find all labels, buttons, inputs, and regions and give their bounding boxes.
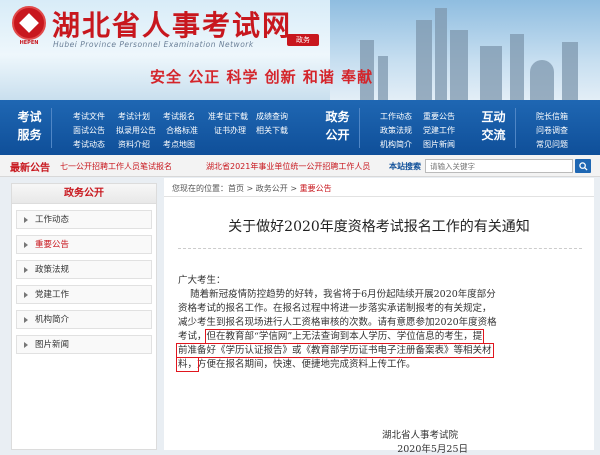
- search-button[interactable]: [575, 159, 591, 173]
- nav-link-exam-plan[interactable]: 考试计划: [118, 111, 150, 122]
- highlighted-text: 但在教育部“学信网”上无法查询到本人学历、学位信息的考生，提: [204, 329, 485, 344]
- nav-link-work-news[interactable]: 工作动态: [380, 111, 412, 122]
- nav-link-registration[interactable]: 考试报名: [163, 111, 195, 122]
- search-input[interactable]: [425, 159, 573, 173]
- breadcrumb-home[interactable]: 首页: [228, 184, 244, 193]
- divider: [178, 248, 582, 249]
- sidebar-item-party-work[interactable]: 党建工作: [16, 285, 152, 304]
- marquee-item[interactable]: 七一公开招聘工作人员笔试报名: [60, 162, 172, 171]
- search-icon: [578, 161, 588, 171]
- nav-link-admission-ticket[interactable]: 准考证下载: [208, 111, 248, 122]
- arrow-right-icon: [24, 242, 28, 248]
- nav-group-title: 政务 公开: [320, 108, 360, 148]
- body-line: 前准备好《学历认证报告》或《教育部学历证书电子注册备案表》等相关材: [176, 343, 590, 358]
- sidebar-item-label: 党建工作: [35, 290, 70, 300]
- nav-group-exam-service: 考试 服务 考试文件 考试计划 考试报名 准考证下载 成绩查询 面试公告 拟录用公…: [0, 100, 300, 155]
- nav-group-gov-affairs: 政务 公开 工作动态 重要公告 政策法规 党建工作 机构简介 图片新闻: [312, 100, 472, 155]
- nav-link-score-query[interactable]: 成绩查询: [256, 111, 288, 122]
- nav-link-hiring-notice[interactable]: 拟录用公告: [116, 125, 156, 136]
- notice-search-bar: 最新公告 七一公开招聘工作人员笔试报名 湖北省2021年事业单位统一公开招聘工作人…: [0, 155, 600, 177]
- notice-marquee: 七一公开招聘工作人员笔试报名 湖北省2021年事业单位统一公开招聘工作人员笔试: [60, 161, 370, 172]
- salutation: 广大考生：: [178, 275, 226, 286]
- nav-link-exam-map[interactable]: 考点地图: [163, 139, 195, 150]
- arrow-right-icon: [24, 292, 28, 298]
- marquee-item[interactable]: 湖北省2021年事业单位统一公开招聘工作人员笔试: [206, 162, 370, 171]
- nav-link-director-mailbox[interactable]: 院长信箱: [536, 111, 568, 122]
- site-logo-icon[interactable]: [12, 6, 46, 40]
- body-line: 减少考生到报名现场进行人工资格审核的次数。请有意愿参加2020年度资格: [178, 317, 497, 328]
- site-title[interactable]: 湖北省人事考试网: [52, 4, 292, 44]
- logo-text: HEPEN: [19, 40, 39, 46]
- body-line: 考试，但在教育部“学信网”上无法查询到本人学历、学位信息的考生，提: [178, 329, 485, 344]
- nav-link-pass-standard[interactable]: 合格标准: [166, 125, 198, 136]
- body-line: 料，方便在报名期间，快速、便捷地完成资料上传工作。: [175, 357, 416, 372]
- gov-badge[interactable]: 政务: [287, 34, 319, 46]
- body-line: 随着新冠疫情防控趋势的好转，我省将于6月份起陆续开展2020年度部分: [178, 289, 496, 300]
- arrow-right-icon: [24, 317, 28, 323]
- sidebar-item-policies[interactable]: 政策法规: [16, 260, 152, 279]
- nav-link-interview-notice[interactable]: 面试公告: [73, 125, 105, 136]
- sidebar: 政务公开 工作动态 重要公告 政策法规 党建工作 机构简介 图片新闻: [11, 183, 157, 450]
- arrow-right-icon: [24, 217, 28, 223]
- site-subtitle: Hubei Province Personnel Examination Net…: [53, 40, 254, 49]
- nav-link-faq[interactable]: 常见问题: [536, 139, 568, 150]
- site-search-label: 本站搜索: [389, 162, 421, 171]
- arrow-right-icon: [24, 342, 28, 348]
- sidebar-item-about[interactable]: 机构简介: [16, 310, 152, 329]
- breadcrumb-section[interactable]: 政务公开: [256, 184, 288, 193]
- slogan: 安全 公正 科学 创新 和谐 奉献: [150, 68, 374, 86]
- nav-group-interaction: 互动 交流 院长信箱 问卷调查 常见问题: [472, 100, 600, 155]
- sidebar-item-announcements[interactable]: 重要公告: [16, 235, 152, 254]
- nav-group-title: 互动 交流: [476, 108, 516, 148]
- sidebar-item-label: 机构简介: [35, 315, 70, 325]
- nav-link-downloads[interactable]: 相关下载: [256, 125, 288, 136]
- nav-link-certificate[interactable]: 证书办理: [214, 125, 246, 136]
- nav-group-title: 考试 服务: [12, 108, 52, 148]
- breadcrumb-prefix: 您现在的位置：: [172, 184, 228, 193]
- sidebar-item-label: 重要公告: [35, 240, 70, 250]
- nav-link-party-work[interactable]: 党建工作: [423, 125, 455, 136]
- nav-link-announcements[interactable]: 重要公告: [423, 111, 455, 122]
- nav-link-exam-files[interactable]: 考试文件: [73, 111, 105, 122]
- article-signature: 湖北省人事考试院: [381, 430, 458, 441]
- sidebar-item-work-news[interactable]: 工作动态: [16, 210, 152, 229]
- sidebar-item-label: 政策法规: [35, 265, 70, 275]
- arrow-right-icon: [24, 267, 28, 273]
- article-title: 关于做好2020年度资格考试报名工作的有关通知: [228, 219, 530, 235]
- article-panel: 您现在的位置：首页 > 政务公开 > 重要公告 关于做好2020年度资格考试报名…: [164, 178, 594, 455]
- highlighted-text: 前准备好《学历认证报告》或《教育部学历证书电子注册备案表》等相关材: [176, 343, 494, 358]
- divider: [164, 196, 594, 197]
- latest-notice-label: 最新公告: [10, 163, 50, 174]
- sidebar-item-label: 工作动态: [35, 215, 70, 225]
- nav-link-photo-news[interactable]: 图片新闻: [423, 139, 455, 150]
- breadcrumb: 您现在的位置：首页 > 政务公开 > 重要公告: [172, 184, 332, 193]
- nav-link-policies[interactable]: 政策法规: [380, 125, 412, 136]
- site-header: HEPEN 湖北省人事考试网 Hubei Province Personnel …: [0, 0, 600, 100]
- nav-link-about[interactable]: 机构简介: [380, 139, 412, 150]
- nav-link-survey[interactable]: 问卷调查: [536, 125, 568, 136]
- body-line: 资格考试的报名工作。在报名过程中将进一步落实承诺制报考的有关规定，: [178, 303, 492, 314]
- breadcrumb-current[interactable]: 重要公告: [300, 184, 332, 193]
- sidebar-item-label: 图片新闻: [35, 340, 70, 350]
- article-body: 广大考生： 随着新冠疫情防控趋势的好转，我省将于6月份起陆续开展2020年度部分…: [175, 274, 590, 372]
- sidebar-item-photo-news[interactable]: 图片新闻: [16, 335, 152, 354]
- sidebar-title: 政务公开: [12, 184, 156, 204]
- main-nav: 考试 服务 考试文件 考试计划 考试报名 准考证下载 成绩查询 面试公告 拟录用公…: [0, 100, 600, 155]
- nav-link-materials[interactable]: 资料介绍: [118, 139, 150, 150]
- article-date: 2020年5月25日: [397, 444, 468, 455]
- highlighted-text: 料，: [175, 357, 200, 372]
- nav-link-exam-news[interactable]: 考试动态: [73, 139, 105, 150]
